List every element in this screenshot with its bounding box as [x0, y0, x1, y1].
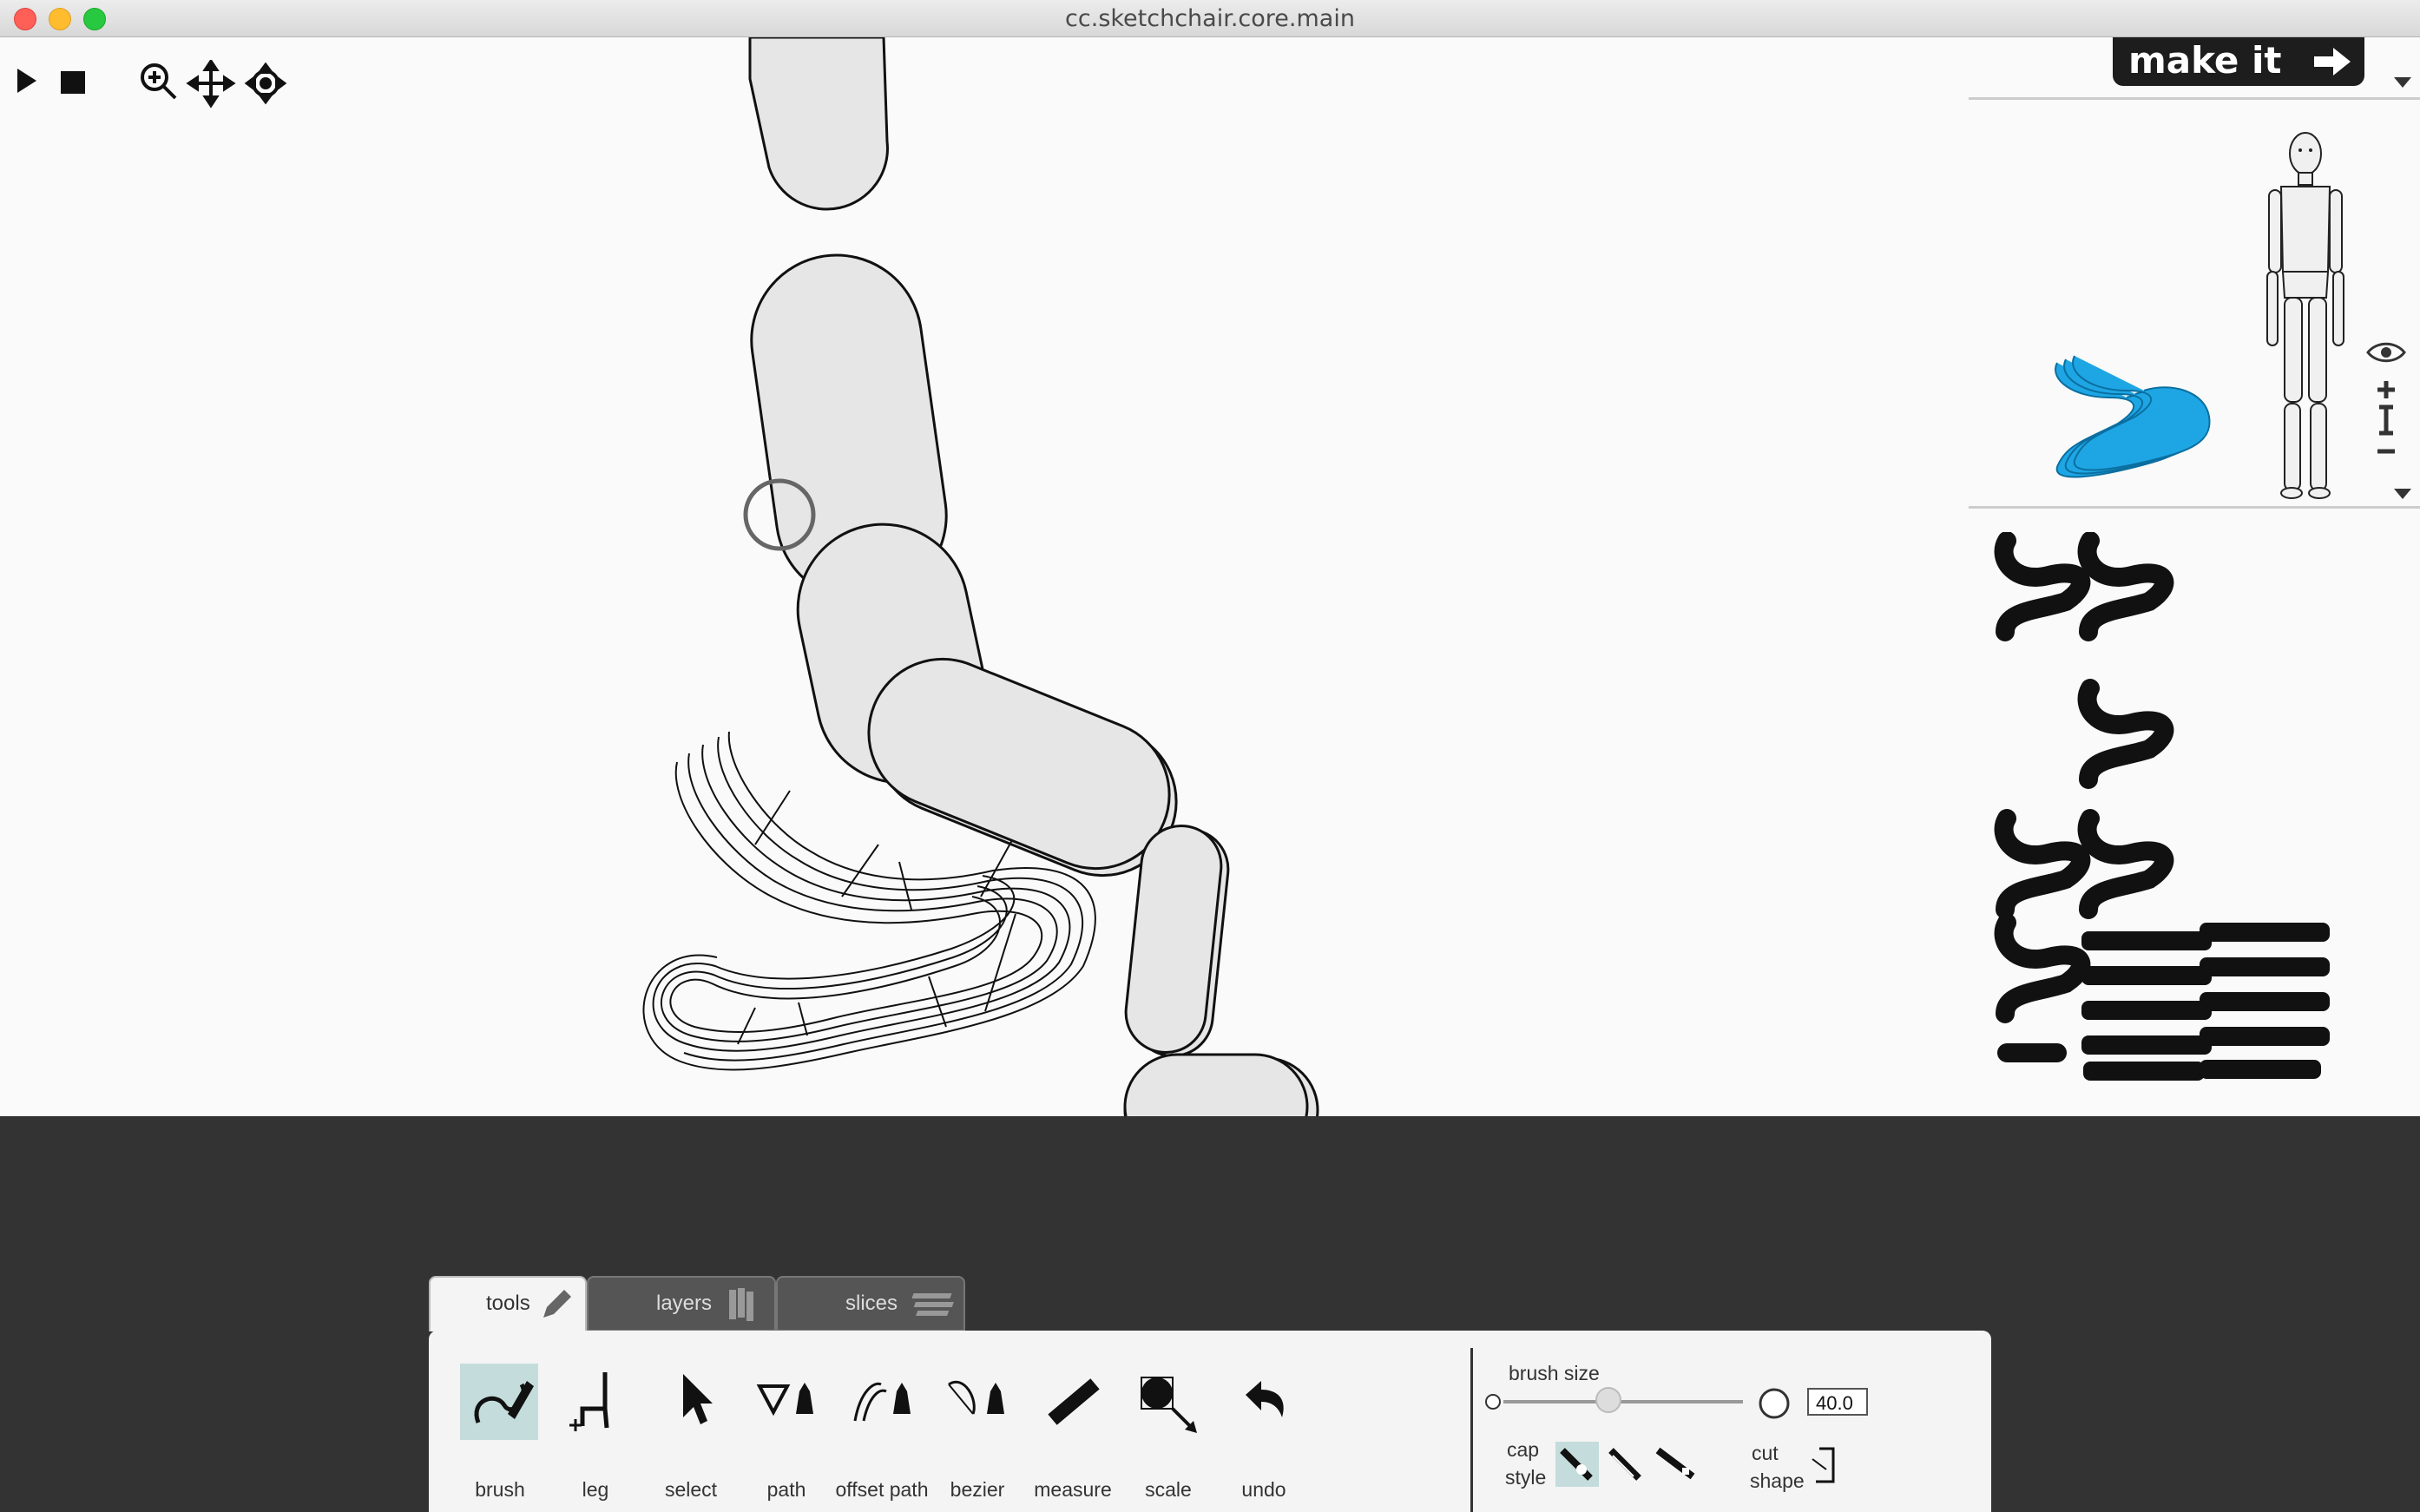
brush-tool[interactable]: brush [455, 1364, 545, 1501]
mannequin-thigh [867, 657, 1171, 871]
window-title: cc.sketchchair.core.main [1065, 5, 1355, 32]
human-figure [2266, 132, 2344, 499]
tab-layers-label: layers [656, 1292, 713, 1315]
brush-size-max-icon [1759, 1388, 1790, 1419]
collapse-arrow-icon[interactable] [2392, 487, 2413, 501]
bezier-tool[interactable]: bezier [932, 1365, 1023, 1501]
cap-style-label-1: cap [1507, 1438, 1540, 1461]
leg-tool[interactable]: leg [550, 1365, 641, 1501]
undo-tool[interactable]: undo [1219, 1365, 1309, 1501]
cap-flat-icon[interactable] [1651, 1442, 1700, 1487]
eye-icon[interactable] [2366, 339, 2406, 365]
tab-slices[interactable]: slices [776, 1276, 965, 1331]
cap-square-icon[interactable] [1604, 1442, 1647, 1487]
mannequin-foot [1123, 1053, 1309, 1116]
scale-tool[interactable]: scale [1123, 1365, 1213, 1501]
select-tool[interactable]: select [646, 1365, 736, 1501]
slice-pieces[interactable] [1988, 532, 2396, 1088]
path-tool[interactable]: path [741, 1365, 832, 1501]
cap-style-label-2: style [1505, 1466, 1547, 1489]
tab-tools[interactable]: tools [429, 1276, 587, 1331]
offset-path-tool[interactable]: offset path [836, 1365, 929, 1501]
chair-preview[interactable] [2048, 345, 2213, 502]
path-icon [756, 1383, 813, 1417]
tab-layers[interactable]: layers [587, 1276, 776, 1331]
view-toolbar [17, 60, 287, 108]
panel-divider [1969, 97, 2420, 100]
panel-separator [1470, 1348, 1473, 1512]
title-bar: cc.sketchchair.core.main [0, 0, 2420, 37]
tab-slices-label: slices [845, 1292, 898, 1315]
offset-path-icon [853, 1382, 911, 1422]
cut-shape-icon[interactable] [1807, 1443, 1847, 1489]
bezier-icon [948, 1380, 1004, 1415]
zoom-in-icon[interactable] [141, 63, 177, 100]
figure-height-control[interactable] [2373, 378, 2399, 464]
arrow-right-icon [2314, 48, 2351, 76]
design-canvas[interactable]: make it [0, 37, 2420, 1116]
tab-tools-label: tools [486, 1292, 530, 1315]
chair-drawing[interactable] [642, 37, 1337, 1116]
stop-icon[interactable] [61, 71, 85, 94]
tools-panel: brush leg select path offset path bezier… [429, 1331, 1991, 1512]
measure-icon [1048, 1378, 1100, 1425]
brush-size-field[interactable]: 40.0 [1807, 1388, 1868, 1416]
dropdown-arrow-icon[interactable] [2392, 76, 2413, 89]
panel-divider-2 [1969, 506, 2420, 509]
slices-icon [911, 1293, 954, 1316]
leg-icon [569, 1372, 609, 1431]
play-icon[interactable] [17, 69, 36, 93]
scale-icon [1141, 1377, 1197, 1433]
cap-round-icon [1560, 1448, 1593, 1481]
cap-round-button[interactable] [1555, 1442, 1599, 1487]
mannequin-head-segment [748, 37, 889, 211]
rotate-icon[interactable] [244, 62, 287, 105]
brush-size-value: 40.0 [1816, 1392, 1853, 1414]
pencil-icon [543, 1290, 571, 1318]
make-it-label: make it [2128, 39, 2282, 82]
cut-shape-label-2: shape [1750, 1469, 1805, 1492]
cut-shape-label-1: cut [1752, 1442, 1779, 1464]
undo-label: undo [1241, 1478, 1286, 1501]
move-icon[interactable] [186, 60, 236, 108]
brush-icon [474, 1381, 534, 1423]
brush-size-slider[interactable] [1483, 1379, 1743, 1423]
select-icon [683, 1374, 713, 1424]
measure-tool[interactable]: measure [1028, 1365, 1118, 1501]
undo-icon [1246, 1381, 1284, 1417]
make-it-button[interactable]: make it [2113, 37, 2364, 86]
layers-icon [729, 1288, 753, 1321]
